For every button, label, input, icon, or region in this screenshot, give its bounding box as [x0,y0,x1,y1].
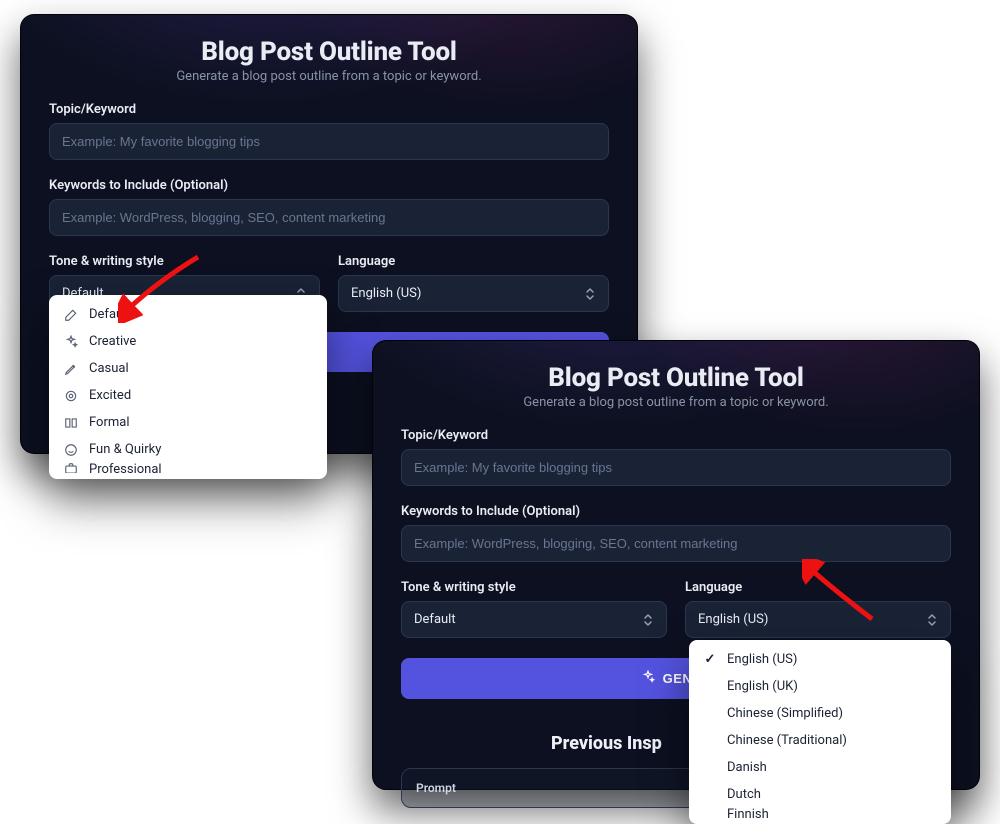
sparkles-icon [63,335,79,349]
language-option-dutch[interactable]: Dutch [689,781,951,808]
tone-option-excited[interactable]: Excited [49,382,327,409]
language-option-label: Chinese (Simplified) [727,706,843,721]
tone-option-label: Default [89,307,131,322]
language-option-label: English (UK) [727,679,798,694]
keywords-label: Keywords to Include (Optional) [49,178,609,193]
keywords-label: Keywords to Include (Optional) [401,504,951,519]
keywords-input[interactable] [49,199,609,236]
tone-option-formal[interactable]: Formal [49,409,327,436]
chevron-updown-icon [584,287,596,301]
chevron-updown-icon [926,613,938,627]
topic-input[interactable] [49,123,609,160]
chevron-updown-icon [642,613,654,627]
tone-option-professional[interactable]: Professional [49,463,327,473]
tone-option-label: Professional [89,463,162,473]
language-option-finnish[interactable]: Finnish [689,808,951,818]
language-dropdown[interactable]: ✓ English (US) English (UK) Chinese (Sim… [689,640,951,824]
language-option-zh-traditional[interactable]: Chinese (Traditional) [689,727,951,754]
topic-label: Topic/Keyword [49,102,609,117]
language-select[interactable]: English (US) [685,601,951,638]
page-title: Blog Post Outline Tool [401,363,951,393]
tone-option-fun-quirky[interactable]: Fun & Quirky [49,436,327,463]
page-title: Blog Post Outline Tool [49,37,609,67]
language-option-label: Chinese (Traditional) [727,733,847,748]
language-label: Language [685,580,951,595]
tone-option-casual[interactable]: Casual [49,355,327,382]
tone-option-label: Fun & Quirky [89,442,161,457]
wand-icon [63,308,79,322]
briefcase-icon [63,463,79,473]
tone-dropdown[interactable]: Default Creative Casual Excited Formal [49,295,327,479]
sparkles-icon [641,670,655,687]
keywords-input[interactable] [401,525,951,562]
language-label: Language [338,254,609,269]
smile-icon [63,443,79,457]
language-option-en-uk[interactable]: English (UK) [689,673,951,700]
pencil-icon [63,362,79,376]
language-select-value: English (US) [351,286,421,301]
tone-select[interactable]: Default [401,601,667,638]
target-icon [63,389,79,403]
language-option-danish[interactable]: Danish [689,754,951,781]
language-option-label: Finnish [727,808,769,818]
page-subtitle: Generate a blog post outline from a topi… [401,395,951,410]
language-select[interactable]: English (US) [338,275,609,312]
tone-option-default[interactable]: Default [49,301,327,328]
tone-select-value: Default [414,612,456,627]
topic-label: Topic/Keyword [401,428,951,443]
tone-option-label: Creative [89,334,136,349]
tone-label: Tone & writing style [401,580,667,595]
tone-option-label: Excited [89,388,131,403]
book-icon [63,416,79,430]
tone-label: Tone & writing style [49,254,320,269]
language-option-zh-simplified[interactable]: Chinese (Simplified) [689,700,951,727]
topic-input[interactable] [401,449,951,486]
language-option-label: Dutch [727,787,761,802]
language-select-value: English (US) [698,612,768,627]
language-option-en-us[interactable]: ✓ English (US) [689,646,951,673]
language-option-label: Danish [727,760,767,775]
check-icon: ✓ [703,652,717,667]
page-subtitle: Generate a blog post outline from a topi… [49,69,609,84]
tone-option-label: Casual [89,361,129,376]
language-option-label: English (US) [727,652,797,667]
tone-option-label: Formal [89,415,130,430]
tool-panel-language-open: Blog Post Outline Tool Generate a blog p… [372,340,980,790]
tone-option-creative[interactable]: Creative [49,328,327,355]
